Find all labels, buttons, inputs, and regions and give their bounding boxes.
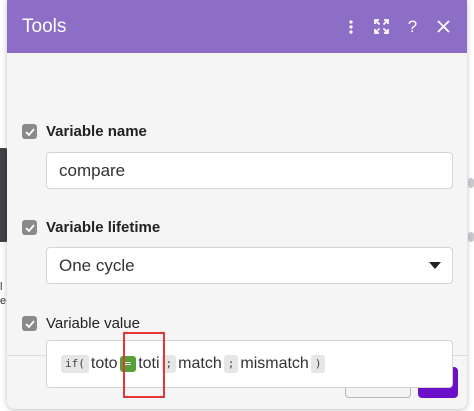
variable-lifetime-label-row: Variable lifetime (22, 219, 160, 236)
variable-name-checkbox[interactable] (22, 124, 37, 139)
separator-token[interactable]: ; (161, 355, 177, 373)
formula-text-toto: toto (90, 355, 118, 372)
variable-name-label: Variable name (46, 123, 147, 140)
if-function-token[interactable]: if( (61, 355, 89, 373)
variable-lifetime-label: Variable lifetime (46, 219, 161, 236)
background-connector-dot (468, 178, 474, 188)
equals-operator-token[interactable]: = (119, 356, 137, 372)
caret-down-icon (429, 262, 441, 269)
variable-name-input[interactable]: compare (46, 152, 453, 189)
formula-text-toti: toti (138, 355, 160, 372)
dialog-title: Tools (22, 15, 67, 37)
variable-name-value: compare (59, 160, 126, 180)
background-connector-dot (468, 232, 474, 242)
variable-lifetime-checkbox[interactable] (22, 220, 37, 235)
expand-icon[interactable] (366, 12, 397, 42)
dialog-body: Variable name compare Variable lifetime … (7, 53, 467, 398)
variable-name-label-row: Variable name (22, 123, 147, 140)
checkmark-icon (24, 127, 35, 136)
variable-lifetime-select[interactable]: One cycle (46, 247, 453, 284)
more-vertical-icon[interactable] (335, 12, 366, 42)
dialog-header: Tools ? (7, 0, 467, 53)
variable-value-formula-input[interactable]: if( toto = toti ; match ; mismatch ) (46, 340, 453, 388)
variable-lifetime-selected: One cycle (59, 255, 135, 275)
formula-text-mismatch: mismatch (240, 355, 309, 372)
checkmark-icon (24, 319, 35, 328)
tools-dialog: Tools ? Variable name compare Variable l… (7, 0, 467, 409)
variable-value-label: Variable value (46, 315, 140, 332)
checkmark-icon (24, 223, 35, 232)
close-icon[interactable] (428, 12, 459, 42)
help-glyph: ? (407, 16, 418, 36)
screen: l e Tools ? Variable name compare Variab… (0, 0, 474, 411)
close-paren-token[interactable]: ) (310, 355, 326, 373)
formula-text-match: match (178, 355, 222, 372)
help-icon[interactable]: ? (397, 12, 428, 42)
variable-value-label-row: Variable value (22, 315, 140, 332)
variable-value-checkbox[interactable] (22, 316, 37, 331)
separator-token[interactable]: ; (223, 355, 239, 373)
